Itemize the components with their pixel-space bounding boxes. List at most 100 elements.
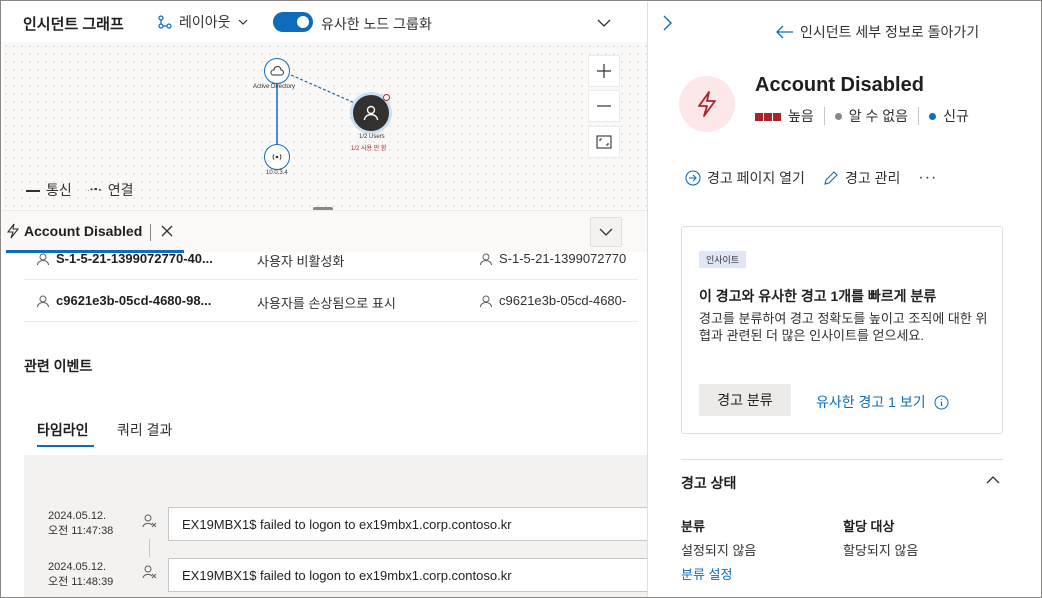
timeline-event[interactable]: EX19MBX1$ failed to logon to ex19mbx1.co… bbox=[168, 507, 647, 541]
alert-details-pane: 인시던트 세부 정보로 돌아가기 Account Disabled 높음 알 수… bbox=[648, 2, 1041, 597]
table-row[interactable]: c9621e3b-05cd-4680-98... 사용자를 손상됨으로 표시 c… bbox=[24, 280, 638, 322]
chevron-right-icon[interactable] bbox=[660, 14, 674, 32]
info-icon bbox=[934, 395, 949, 409]
alert-type-badge bbox=[679, 76, 735, 132]
manage-alert-label: 경고 관리 bbox=[844, 170, 901, 186]
app-frame: 인시던트 그래프 레이아웃 유사한 노드 그룹화 Active Director… bbox=[0, 0, 1042, 598]
fit-screen-icon bbox=[596, 135, 612, 149]
user-icon bbox=[37, 295, 49, 307]
graph-node-active-directory[interactable] bbox=[264, 58, 290, 84]
pencil-icon bbox=[824, 171, 838, 185]
insight-title: 이 경고와 유사한 경고 1개를 빠르게 분류 bbox=[699, 288, 937, 304]
assigned-to-label: 할당 대상 bbox=[843, 519, 895, 534]
entity-name: c9621e3b-05cd-4680-98... bbox=[56, 293, 212, 308]
event-timestamp: 2024.05.12. 오전 11:47:38 bbox=[48, 510, 114, 537]
arrow-circle-right-icon bbox=[685, 170, 701, 186]
timeline-event[interactable]: EX19MBX1$ failed to logon to ex19mbx1.co… bbox=[168, 558, 647, 592]
tab-timeline-indicator bbox=[37, 445, 94, 447]
tab-timeline[interactable]: 타임라인 bbox=[37, 420, 89, 440]
alert-state: 신규 bbox=[943, 108, 969, 124]
view-similar-label: 유사한 경고 1 보기 bbox=[816, 394, 926, 410]
entity-name: S-1-5-21-1399072770-40... bbox=[56, 251, 213, 266]
incident-graph-pane: 인시던트 그래프 레이아웃 유사한 노드 그룹화 Active Director… bbox=[2, 2, 647, 597]
collapse-graph-icon[interactable] bbox=[595, 14, 613, 32]
alert-actions: 경고 페이지 열기 경고 관리 ··· bbox=[685, 168, 955, 188]
cloud-icon bbox=[270, 66, 284, 76]
insight-badge: 인사이트 bbox=[699, 251, 747, 268]
alert-status-title: 경고 상태 bbox=[681, 475, 737, 491]
node-sublabel-users: 1/2 사용 만 함 bbox=[351, 146, 387, 152]
entity-name-cell: c9621e3b-05cd-4680-98... bbox=[36, 293, 211, 308]
user-icon bbox=[480, 295, 492, 307]
user-icon bbox=[363, 105, 379, 121]
plus-icon bbox=[597, 64, 611, 78]
layout-icon bbox=[158, 15, 172, 29]
legend-dotted: 연결 bbox=[87, 180, 134, 200]
tab-query-results[interactable]: 쿼리 결과 bbox=[117, 420, 172, 440]
section-divider bbox=[681, 459, 1003, 460]
entity-target-cell: S-1-5-21-1399072770 bbox=[479, 251, 626, 266]
tab-label: Account Disabled bbox=[24, 223, 143, 239]
graph-toolbar: 인시던트 그래프 레이아웃 유사한 노드 그룹화 bbox=[2, 2, 647, 42]
detection-status: 알 수 없음 bbox=[848, 108, 909, 124]
user-icon bbox=[480, 253, 492, 265]
back-to-incident-link[interactable]: 인시던트 세부 정보로 돌아가기 bbox=[776, 22, 979, 42]
graph-node-ip[interactable] bbox=[264, 144, 290, 170]
tab-account-disabled[interactable]: Account Disabled bbox=[6, 223, 142, 239]
wifi-icon bbox=[272, 154, 282, 160]
zoom-out-button[interactable] bbox=[588, 90, 620, 122]
assigned-to-value: 할당되지 않음 bbox=[843, 543, 919, 558]
alert-meta: 높음 알 수 없음 신규 bbox=[755, 106, 969, 126]
status-dot-icon bbox=[834, 112, 842, 120]
manage-alert-button[interactable]: 경고 관리 bbox=[823, 168, 900, 188]
graph-title: 인시던트 그래프 bbox=[23, 16, 124, 33]
lightning-icon bbox=[698, 91, 716, 117]
classification-label: 분류 bbox=[681, 519, 705, 534]
set-classification-link[interactable]: 분류 설정 bbox=[681, 564, 732, 583]
insight-card: 인사이트 이 경고와 유사한 경고 1개를 빠르게 분류 경고를 분류하여 경고… bbox=[681, 226, 1003, 434]
entities-table: S-1-5-21-1399072770-40... 사용자 비활성화 S-1-5… bbox=[24, 251, 638, 322]
open-alert-page-button[interactable]: 경고 페이지 열기 bbox=[685, 168, 805, 188]
state-dot-icon bbox=[929, 112, 937, 120]
node-label-users: 1/2 Users bbox=[359, 134, 385, 140]
user-icon bbox=[37, 253, 49, 265]
minus-icon bbox=[597, 105, 611, 107]
logon-icon bbox=[142, 565, 157, 579]
table-row[interactable]: S-1-5-21-1399072770-40... 사용자 비활성화 S-1-5… bbox=[24, 238, 638, 280]
view-similar-alerts-link[interactable]: 유사한 경고 1 보기 bbox=[816, 392, 949, 412]
zoom-in-button[interactable] bbox=[588, 55, 620, 87]
event-timestamp: 2024.05.12. 오전 11:48:39 bbox=[48, 561, 114, 588]
more-actions-button[interactable]: ··· bbox=[918, 169, 937, 187]
group-similar-toggle[interactable] bbox=[273, 12, 313, 32]
alert-title: Account Disabled bbox=[755, 74, 924, 96]
open-alert-page-label: 경고 페이지 열기 bbox=[707, 170, 805, 186]
entity-target: S-1-5-21-1399072770 bbox=[499, 251, 627, 266]
graph-canvas[interactable]: Active Directory 1/2 Users 1/2 사용 만 함 10… bbox=[2, 42, 647, 211]
alert-marker-icon bbox=[383, 94, 390, 101]
more-icon: ··· bbox=[918, 169, 938, 186]
layout-label: 레이아웃 bbox=[179, 14, 231, 30]
graph-legend: 통신 연결 bbox=[26, 180, 134, 200]
back-link-label: 인시던트 세부 정보로 돌아가기 bbox=[800, 24, 980, 40]
fit-to-screen-button[interactable] bbox=[588, 126, 620, 158]
related-events-title: 관련 이벤트 bbox=[24, 358, 93, 374]
logon-icon bbox=[142, 514, 157, 528]
timeline-list: 2024.05.12. 오전 11:47:38 EX19MBX1$ failed … bbox=[24, 455, 647, 597]
classify-alert-button[interactable]: 경고 분류 bbox=[699, 384, 791, 416]
entity-target-cell: c9621e3b-05cd-4680- bbox=[479, 293, 626, 308]
chevron-down-icon bbox=[238, 19, 247, 25]
severity-label: 높음 bbox=[788, 108, 814, 124]
classification-value: 설정되지 않음 bbox=[681, 543, 757, 558]
entity-target: c9621e3b-05cd-4680- bbox=[499, 293, 627, 308]
insight-body: 경고를 분류하여 경고 정확도를 높이고 조직에 대한 위협과 관련된 더 많은… bbox=[699, 311, 988, 343]
chevron-up-icon[interactable] bbox=[985, 473, 1001, 487]
entity-action: 사용자 비활성화 bbox=[257, 254, 345, 269]
group-similar-label: 유사한 노드 그룹화 bbox=[321, 16, 432, 32]
legend-solid: 통신 bbox=[26, 180, 72, 200]
layout-dropdown[interactable]: 레이아웃 bbox=[157, 12, 249, 32]
node-label-active-directory: Active Directory bbox=[253, 84, 296, 90]
severity-icon bbox=[755, 108, 782, 124]
node-label-ip: 10.0.3.4 bbox=[266, 170, 288, 176]
timeline-connector bbox=[149, 539, 150, 557]
lightning-icon bbox=[6, 223, 20, 239]
